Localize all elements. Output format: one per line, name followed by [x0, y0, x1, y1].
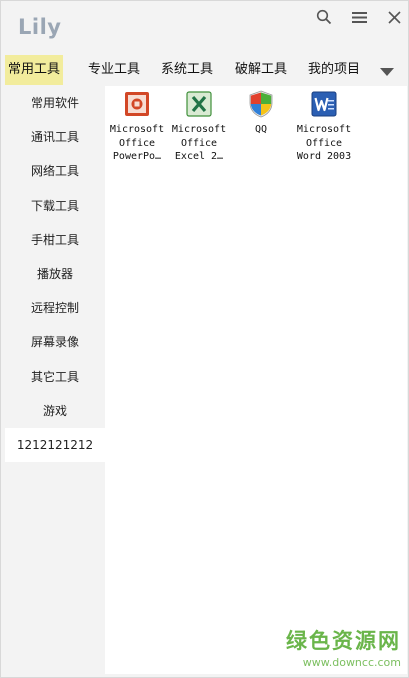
app-tile-excel[interactable]: Microsoft Office Excel 2… — [168, 89, 230, 164]
shield-icon — [249, 90, 273, 118]
app-label: QQ — [254, 124, 268, 135]
app-window: Lily 常用工具 专业工具 系统工具 破解工具 我的项目 常用软件 通讯工具 … — [0, 0, 409, 678]
close-button[interactable] — [383, 6, 405, 28]
app-title: Lily — [18, 15, 62, 39]
sidebar-item-remote-control[interactable]: 远程控制 — [5, 291, 105, 325]
search-icon — [316, 9, 332, 25]
watermark-text: 绿色资源网 — [286, 629, 401, 653]
tabs-more-button[interactable] — [379, 63, 395, 76]
menu-button[interactable] — [348, 6, 370, 28]
sidebar-item-other-tools[interactable]: 其它工具 — [5, 360, 105, 394]
app-label: Microsoft Office Excel 2… — [171, 124, 227, 162]
watermark: 绿色资源网 www.downcc.com — [271, 625, 401, 669]
app-label: Microsoft Office Word 2003 — [296, 124, 352, 162]
title-bar: Lily — [1, 1, 408, 51]
app-tile-word[interactable]: Microsoft Office Word 2003 — [293, 89, 355, 164]
sidebar-item-player[interactable]: 播放器 — [5, 257, 105, 291]
sidebar-item-communication[interactable]: 通讯工具 — [5, 120, 105, 154]
app-grid: Microsoft Office PowerPo… Microsoft Offi… — [105, 86, 407, 674]
app-label: Microsoft Office PowerPo… — [109, 124, 165, 162]
search-button[interactable] — [313, 6, 335, 28]
tab-crack-tools[interactable]: 破解工具 — [232, 55, 290, 85]
sidebar-item-download[interactable]: 下载工具 — [5, 189, 105, 223]
sidebar-item-games[interactable]: 游戏 — [5, 394, 105, 428]
hamburger-menu-icon — [351, 11, 367, 23]
tab-my-projects[interactable]: 我的项目 — [305, 55, 363, 85]
watermark-url: www.downcc.com — [302, 656, 401, 669]
app-tile-qq[interactable]: QQ — [230, 89, 292, 137]
tab-pro-tools[interactable]: 专业工具 — [85, 55, 143, 85]
close-icon — [387, 10, 401, 24]
category-sidebar: 常用软件 通讯工具 网络工具 下载工具 手柑工具 播放器 远程控制 屏幕录像 其… — [5, 86, 105, 463]
sidebar-item-common-software[interactable]: 常用软件 — [5, 86, 105, 120]
sidebar-item-custom[interactable]: 1212121212 — [5, 427, 105, 463]
tab-bar: 常用工具 专业工具 系统工具 破解工具 我的项目 — [1, 55, 408, 86]
sidebar-item-network[interactable]: 网络工具 — [5, 154, 105, 188]
excel-icon — [186, 91, 212, 117]
sidebar-item-screen-record[interactable]: 屏幕录像 — [5, 325, 105, 359]
powerpoint-icon — [125, 92, 149, 116]
app-tile-powerpoint[interactable]: Microsoft Office PowerPo… — [106, 89, 168, 164]
sidebar-item-mobile[interactable]: 手柑工具 — [5, 223, 105, 257]
word-icon — [311, 91, 337, 117]
tab-common-tools[interactable]: 常用工具 — [5, 55, 64, 85]
tab-system-tools[interactable]: 系统工具 — [158, 55, 216, 85]
triangle-down-icon — [380, 68, 394, 76]
